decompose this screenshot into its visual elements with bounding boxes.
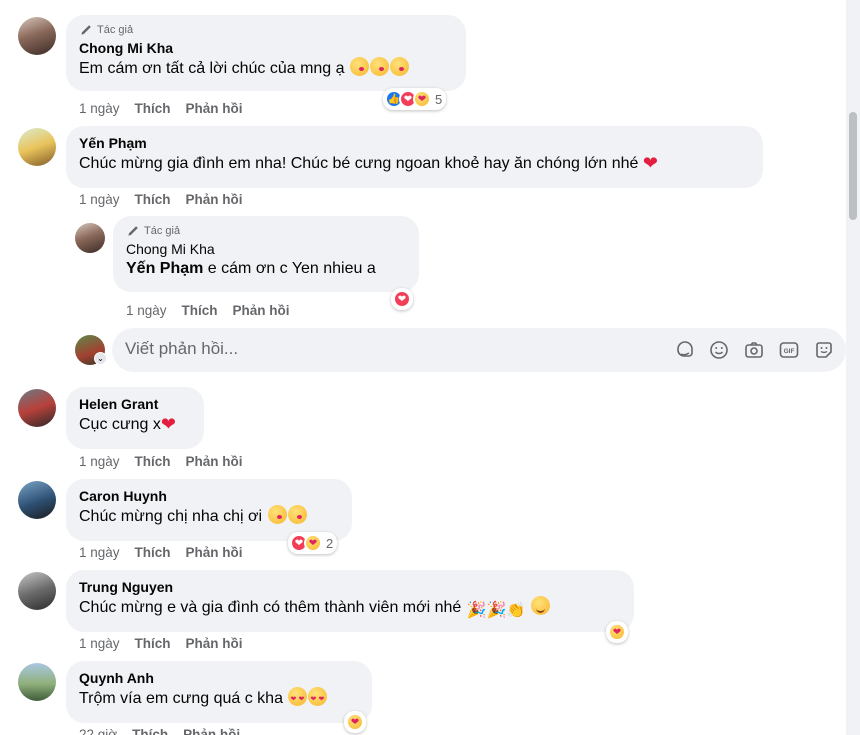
like-link[interactable]: Thích: [182, 303, 218, 318]
like-link[interactable]: Thích: [135, 192, 171, 207]
reply-link[interactable]: Phản hồi: [186, 545, 243, 560]
care-reaction-icon: ❤: [304, 534, 322, 552]
reply-link[interactable]: Phản hồi: [233, 303, 290, 318]
comment-text: Cục cưng x❤: [79, 414, 176, 434]
reaction-summary[interactable]: ❤ ❤ 2: [288, 532, 338, 554]
comment-author[interactable]: Chong Mi Kha: [126, 240, 407, 258]
sticker-icon[interactable]: [674, 339, 696, 361]
reply-link[interactable]: Phản hồi: [186, 454, 243, 469]
heart-emoji-icon: ❤: [160, 414, 176, 434]
scrollbar-thumb[interactable]: [849, 112, 857, 220]
comment-text: Yến Phạm e cám ơn c Yen nhieu a: [126, 260, 376, 277]
avatar[interactable]: [18, 128, 56, 166]
comment-time[interactable]: 22 giờ: [79, 727, 117, 735]
reply-link[interactable]: Phản hồi: [186, 636, 243, 651]
reply-bubble: Tác giả Chong Mi Kha Yến Phạm e cám ơn c…: [113, 216, 419, 292]
comment-author[interactable]: Quynh Anh: [79, 669, 360, 687]
reply-input[interactable]: [125, 339, 645, 359]
avatar[interactable]: [18, 663, 56, 701]
reply-link[interactable]: Phản hồi: [186, 101, 243, 116]
love-reaction-icon: ❤: [393, 290, 411, 308]
reply-box: GIF: [112, 328, 846, 372]
kiss-emoji-icon: [349, 57, 369, 76]
avatar[interactable]: [18, 481, 56, 519]
care-reaction-icon: ❤: [346, 713, 364, 731]
pencil-icon: [128, 226, 138, 236]
comment-bubble: Trung Nguyen Chúc mừng e và gia đình có …: [66, 570, 634, 632]
gif-icon[interactable]: GIF: [778, 339, 800, 361]
comment-text: Chúc mừng chị nha chị ơi: [79, 505, 340, 528]
reply-link[interactable]: Phản hồi: [183, 727, 240, 735]
like-link[interactable]: Thích: [132, 727, 168, 735]
comment-time[interactable]: 1 ngày: [79, 636, 120, 651]
comment-time[interactable]: 1 ngày: [126, 303, 167, 318]
comment-actions: 22 giờ Thích Phản hồi: [79, 727, 240, 735]
smiling-hearts-emoji-icon: [288, 687, 308, 711]
comment-bubble: Yến Phạm Chúc mừng gia đình em nha! Chúc…: [66, 126, 763, 188]
author-badge: Tác giả: [126, 224, 407, 238]
reaction-summary[interactable]: ❤: [606, 621, 628, 643]
mention-link[interactable]: Yến Phạm: [126, 260, 203, 277]
comment-text: Trộm vía em cưng quá c kha: [79, 687, 360, 711]
reaction-summary[interactable]: 👍 ❤ ❤ 5: [383, 88, 447, 110]
comment-actions: 1 ngày Thích Phản hồi: [79, 192, 243, 207]
care-reaction-icon: ❤: [608, 623, 626, 641]
comment-bubble: Quynh Anh Trộm vía em cưng quá c kha: [66, 661, 372, 723]
kiss-emoji-icon: [267, 505, 287, 524]
kiss-emoji-icon: [369, 57, 389, 76]
kiss-emoji-icon: [389, 57, 409, 76]
comment-author[interactable]: Helen Grant: [79, 395, 192, 413]
comment-bubble: Tác giả Chong Mi Kha Em cám ơn tất cả lờ…: [66, 15, 466, 91]
kiss-emoji-icon: [287, 505, 307, 524]
like-link[interactable]: Thích: [135, 636, 171, 651]
reaction-summary[interactable]: ❤: [391, 288, 413, 310]
pencil-icon: [81, 25, 91, 35]
comment-text: Chúc mừng e và gia đình có thêm thành vi…: [79, 596, 622, 620]
comment-time[interactable]: 1 ngày: [79, 545, 120, 560]
comment-author[interactable]: Caron Huynh: [79, 487, 340, 505]
avatar[interactable]: [18, 17, 56, 55]
care-reaction-icon: ❤: [413, 90, 431, 108]
comment-author[interactable]: Chong Mi Kha: [79, 39, 454, 57]
like-link[interactable]: Thích: [135, 454, 171, 469]
smiling-hearts-emoji-icon: [308, 687, 328, 711]
heart-emoji-icon: ❤: [642, 153, 658, 173]
comment-actions: 1 ngày Thích Phản hồi: [126, 303, 290, 318]
comment-time[interactable]: 1 ngày: [79, 454, 120, 469]
comment-actions: 1 ngày Thích Phản hồi: [79, 636, 243, 651]
comment-author[interactable]: Yến Phạm: [79, 134, 751, 152]
avatar-chevron-icon[interactable]: ⌄: [94, 352, 107, 365]
comment-bubble: Helen Grant Cục cưng x❤: [66, 387, 204, 449]
avatar[interactable]: [18, 572, 56, 610]
comment-time[interactable]: 1 ngày: [79, 192, 120, 207]
comment-actions: 1 ngày Thích Phản hồi: [79, 454, 243, 469]
avatar-sticker-icon[interactable]: [813, 339, 835, 361]
party-popper-icon: 🎉: [486, 602, 507, 619]
comment-text: Chúc mừng gia đình em nha! Chúc bé cưng …: [79, 153, 658, 173]
author-badge: Tác giả: [79, 23, 454, 37]
comment-actions: 1 ngày Thích Phản hồi: [79, 545, 243, 560]
reply-link[interactable]: Phản hồi: [186, 192, 243, 207]
svg-text:GIF: GIF: [784, 348, 795, 355]
smile-emoji-icon: [531, 596, 551, 615]
emoji-icon[interactable]: [708, 339, 730, 361]
reaction-summary[interactable]: ❤: [344, 711, 366, 733]
comment-actions: 1 ngày Thích Phản hồi: [79, 101, 243, 116]
avatar[interactable]: [18, 389, 56, 427]
comment-author[interactable]: Trung Nguyen: [79, 578, 622, 596]
like-link[interactable]: Thích: [135, 545, 171, 560]
comment-text: Em cám ơn tất cả lời chúc của mng ạ: [79, 57, 454, 80]
scrollbar-track[interactable]: [846, 0, 860, 735]
party-popper-icon: 🎉: [466, 602, 487, 619]
avatar[interactable]: [75, 223, 105, 253]
comment-time[interactable]: 1 ngày: [79, 101, 120, 116]
camera-icon[interactable]: [743, 339, 765, 361]
clap-emoji-icon: 👏: [506, 602, 526, 619]
like-link[interactable]: Thích: [135, 101, 171, 116]
